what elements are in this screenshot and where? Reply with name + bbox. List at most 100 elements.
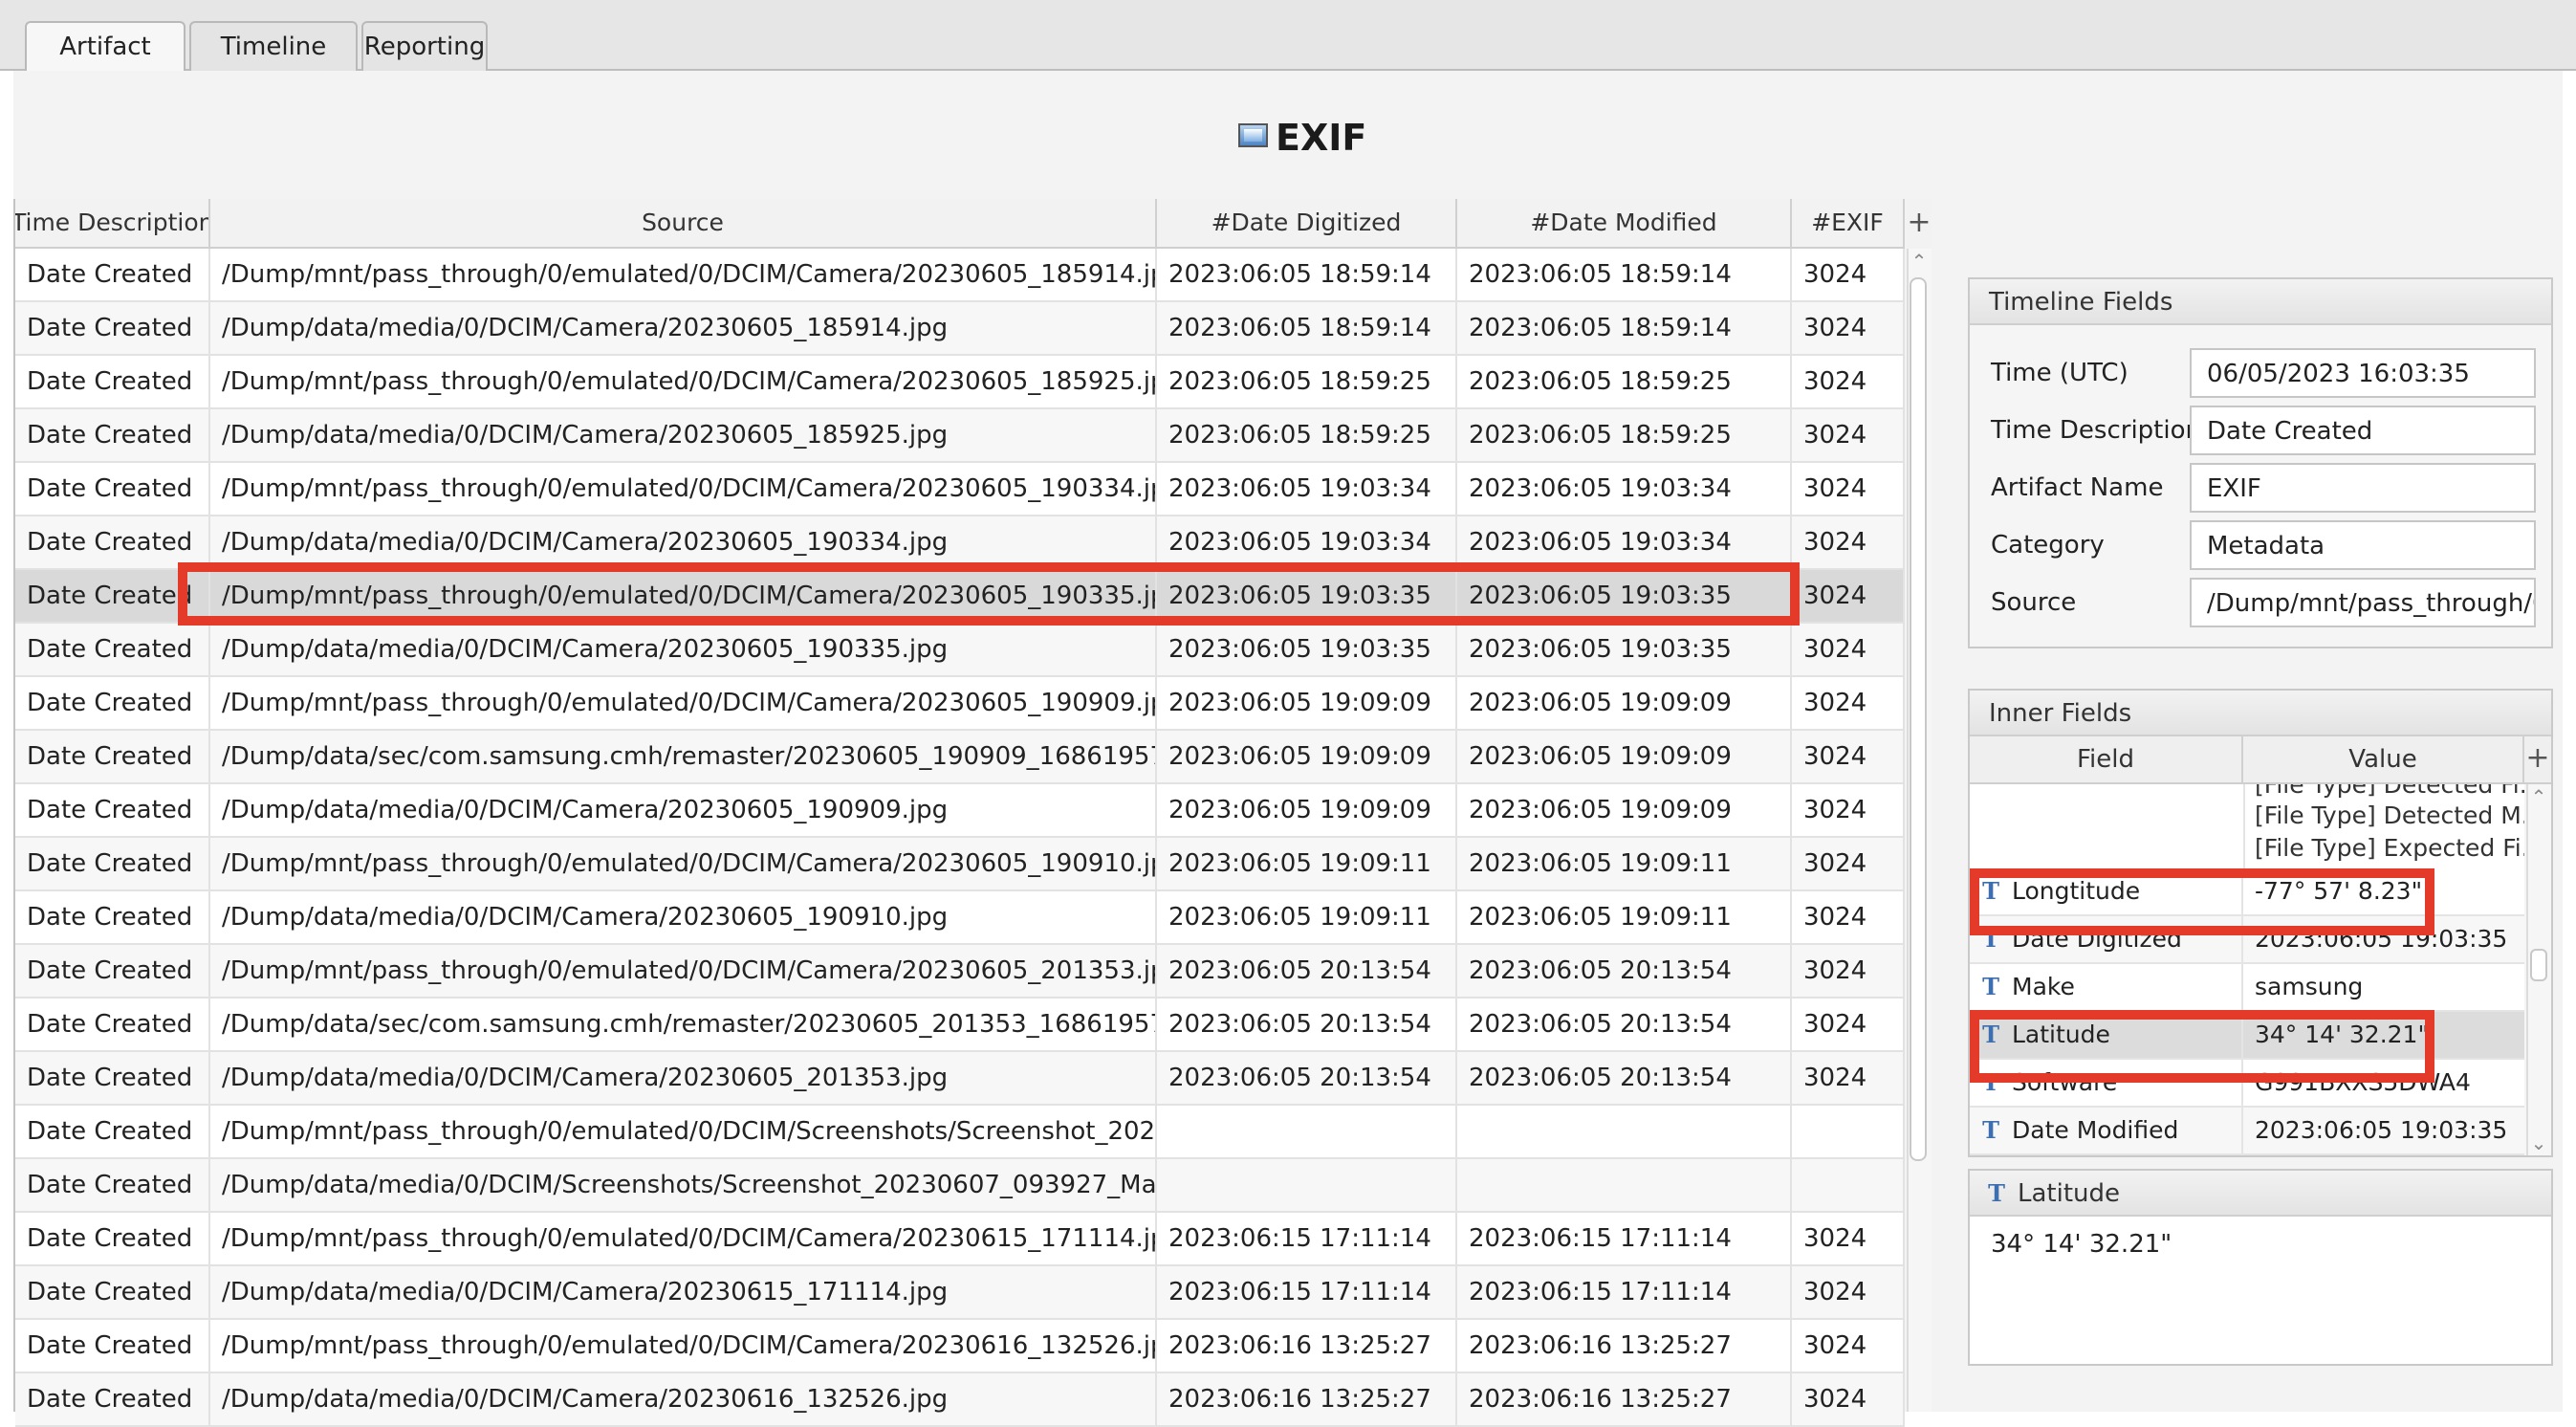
truncated-value: [File Type] Detected M...: [2255, 801, 2524, 829]
column-header-exif[interactable]: #EXIF: [1792, 199, 1905, 247]
cell-date-digitized: 2023:06:05 19:03:34: [1157, 516, 1457, 568]
column-header-time-description[interactable]: Time Description: [15, 199, 210, 247]
time-description-label: Time Description: [1991, 416, 2201, 445]
inner-field-row[interactable]: T Longtitude -77° 57' 8.23": [1970, 868, 2524, 916]
table-row[interactable]: Date Created/Dump/mnt/pass_through/0/emu…: [15, 677, 1905, 731]
table-row[interactable]: Date Created/Dump/mnt/pass_through/0/emu…: [15, 945, 1905, 999]
column-header-value[interactable]: Value: [2243, 736, 2524, 782]
inner-fields-header: Field Value +: [1970, 736, 2551, 784]
cell-exif: 3024: [1792, 302, 1905, 354]
table-row[interactable]: Date Created/Dump/data/media/0/DCIM/Came…: [15, 1052, 1905, 1106]
inner-fields-scrollbar-thumb[interactable]: [2530, 949, 2547, 981]
table-row[interactable]: Date Created/Dump/data/media/0/DCIM/Came…: [15, 409, 1905, 463]
cell-date-digitized: [1157, 1106, 1457, 1157]
table-row[interactable]: Date Created/Dump/data/media/0/DCIM/Came…: [15, 1373, 1905, 1427]
tab-reporting[interactable]: Reporting: [361, 21, 488, 71]
cell-exif: 3024: [1792, 463, 1905, 515]
field-detail-panel: T Latitude 34° 14' 32.21": [1968, 1169, 2553, 1366]
inner-field-row[interactable]: T Software G991BXXS5DWA4: [1970, 1060, 2524, 1108]
inner-fields-truncated-row[interactable]: [File Type] Detected Fi... [File Type] D…: [1970, 784, 2524, 868]
table-row[interactable]: Date Created/Dump/data/media/0/DCIM/Came…: [15, 891, 1905, 945]
column-header-field[interactable]: Field: [1970, 736, 2243, 782]
time-description-field[interactable]: Date Created: [2190, 406, 2536, 455]
cell-time-description: Date Created: [15, 1320, 210, 1372]
cell-time-description: Date Created: [15, 1266, 210, 1318]
cell-time-description: Date Created: [15, 409, 210, 461]
cell-date-modified: 2023:06:05 18:59:25: [1457, 356, 1792, 407]
source-label: Source: [1991, 588, 2077, 617]
table-row[interactable]: Date Created/Dump/data/media/0/DCIM/Came…: [15, 784, 1905, 838]
table-scrollbar-thumb[interactable]: [1910, 277, 1927, 1161]
table-row[interactable]: Date Created/Dump/data/media/0/DCIM/Scre…: [15, 1159, 1905, 1213]
table-row[interactable]: Date Created/Dump/mnt/pass_through/0/emu…: [15, 1320, 1905, 1373]
cell-exif: 3024: [1792, 677, 1905, 729]
inner-field-value: 34° 14' 32.21": [2255, 1021, 2429, 1048]
tab-timeline-view[interactable]: Timeline View: [189, 21, 358, 109]
column-header-date-digitized[interactable]: #Date Digitized: [1157, 199, 1457, 247]
column-header-source[interactable]: Source: [210, 199, 1157, 247]
cell-source: /Dump/mnt/pass_through/0/emulated/0/DCIM…: [210, 1106, 1157, 1157]
cell-date-modified: 2023:06:05 20:13:54: [1457, 1052, 1792, 1104]
cell-exif: [1792, 1106, 1905, 1157]
table-row[interactable]: Date Created/Dump/mnt/pass_through/0/emu…: [15, 1213, 1905, 1266]
cell-time-description: Date Created: [15, 356, 210, 407]
inner-field-row[interactable]: T Date Digitized 2023:06:05 19:03:35: [1970, 916, 2524, 964]
table-row[interactable]: Date Created/Dump/mnt/pass_through/0/emu…: [15, 570, 1905, 624]
cell-date-digitized: 2023:06:05 18:59:25: [1157, 409, 1457, 461]
text-field-icon: T: [1982, 877, 1999, 905]
cell-time-description: Date Created: [15, 516, 210, 568]
tab-artifact-view[interactable]: Artifact View: [25, 21, 186, 109]
cell-source: /Dump/mnt/pass_through/0/emulated/0/DCIM…: [210, 1320, 1157, 1372]
cell-exif: 3024: [1792, 891, 1905, 943]
inner-field-row[interactable]: T Date Modified 2023:06:05 19:03:35: [1970, 1108, 2524, 1155]
add-column-button-inner[interactable]: +: [2524, 736, 2551, 782]
inner-field-value: samsung: [2255, 973, 2364, 1000]
category-field[interactable]: Metadata: [2190, 520, 2536, 570]
inner-field-name: T Make: [1970, 964, 2243, 1010]
field-detail-value[interactable]: 34° 14' 32.21": [1991, 1230, 2172, 1259]
cell-date-modified: 2023:06:05 19:09:11: [1457, 891, 1792, 943]
cell-source: /Dump/data/media/0/DCIM/Screenshots/Scre…: [210, 1159, 1157, 1211]
inner-field-value: -77° 57' 8.23": [2255, 877, 2423, 905]
cell-exif: 3024: [1792, 784, 1905, 836]
artifact-name-label: Artifact Name: [1991, 473, 2164, 502]
add-column-button[interactable]: +: [1907, 199, 1932, 249]
cell-time-description: Date Created: [15, 1106, 210, 1157]
table-row[interactable]: Date Created/Dump/data/media/0/DCIM/Came…: [15, 302, 1905, 356]
artifact-name-field[interactable]: EXIF: [2190, 463, 2536, 513]
source-field[interactable]: /Dump/mnt/pass_through/0/em: [2190, 578, 2536, 627]
table-row[interactable]: Date Created/Dump/data/media/0/DCIM/Came…: [15, 516, 1905, 570]
cell-date-digitized: 2023:06:05 19:03:34: [1157, 463, 1457, 515]
cell-exif: 3024: [1792, 1052, 1905, 1104]
table-row[interactable]: Date Created/Dump/data/media/0/DCIM/Came…: [15, 1266, 1905, 1320]
cell-source: /Dump/data/media/0/DCIM/Camera/20230605_…: [210, 624, 1157, 675]
table-row[interactable]: Date Created/Dump/mnt/pass_through/0/emu…: [15, 356, 1905, 409]
cell-date-digitized: 2023:06:05 19:09:09: [1157, 731, 1457, 782]
table-row[interactable]: Date Created/Dump/data/sec/com.samsung.c…: [15, 999, 1905, 1052]
inner-field-label: Make: [2012, 973, 2075, 1000]
time-utc-label: Time (UTC): [1991, 359, 2128, 387]
table-row[interactable]: Date Created/Dump/mnt/pass_through/0/emu…: [15, 249, 1905, 302]
cell-source: /Dump/data/media/0/DCIM/Camera/20230605_…: [210, 409, 1157, 461]
table-row[interactable]: Date Created/Dump/mnt/pass_through/0/emu…: [15, 463, 1905, 516]
table-row[interactable]: Date Created/Dump/data/media/0/DCIM/Came…: [15, 624, 1905, 677]
text-field-icon: T: [1982, 1021, 1999, 1048]
cell-exif: 3024: [1792, 249, 1905, 300]
table-row[interactable]: Date Created/Dump/mnt/pass_through/0/emu…: [15, 1106, 1905, 1159]
cell-date-digitized: 2023:06:05 19:09:11: [1157, 891, 1457, 943]
time-utc-field[interactable]: 06/05/2023 16:03:35: [2190, 348, 2536, 398]
inner-field-label: Longtitude: [2012, 877, 2141, 905]
chevron-down-icon[interactable]: ⌄: [2526, 1131, 2551, 1155]
inner-field-name: T Latitude: [1970, 1012, 2243, 1058]
table-row[interactable]: Date Created/Dump/mnt/pass_through/0/emu…: [15, 838, 1905, 891]
inner-field-row[interactable]: T Latitude 34° 14' 32.21": [1970, 1012, 2524, 1060]
cell-time-description: Date Created: [15, 302, 210, 354]
inner-field-row[interactable]: T Make samsung: [1970, 964, 2524, 1012]
chevron-up-icon[interactable]: ⌃: [2526, 784, 2551, 809]
cell-exif: 3024: [1792, 838, 1905, 889]
table-row[interactable]: Date Created/Dump/data/sec/com.samsung.c…: [15, 731, 1905, 784]
cell-source: /Dump/data/media/0/DCIM/Camera/20230605_…: [210, 784, 1157, 836]
inner-field-label: Date Digitized: [2012, 925, 2182, 953]
chevron-up-icon[interactable]: ⌃: [1907, 249, 1932, 274]
column-header-date-modified[interactable]: #Date Modified: [1457, 199, 1792, 247]
